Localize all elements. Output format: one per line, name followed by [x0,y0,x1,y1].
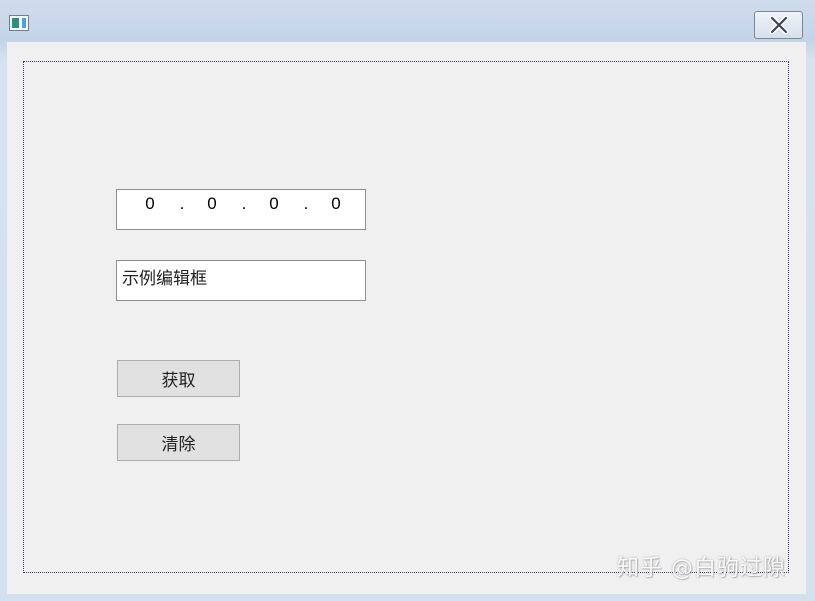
clear-button[interactable]: 清除 [117,424,240,461]
focus-border [23,61,789,573]
ip-octet-2[interactable]: 0 [199,194,225,214]
ip-address-control[interactable]: 0 . 0 . 0 . 0 [116,189,366,230]
client-area: 0 . 0 . 0 . 0 示例编辑框 获取 清除 知乎 @白驹过隙 [7,42,806,594]
app-window-icon[interactable] [9,15,29,31]
sample-edit-field[interactable]: 示例编辑框 [116,260,366,301]
ip-octet-4[interactable]: 0 [323,194,349,214]
title-bar[interactable] [0,0,815,42]
ip-octet-1[interactable]: 0 [137,194,163,214]
get-button[interactable]: 获取 [117,360,240,397]
ip-separator: . [241,194,247,213]
app-window: 0 . 0 . 0 . 0 示例编辑框 获取 清除 知乎 @白驹过隙 [0,0,815,601]
ip-separator: . [303,194,309,213]
ip-separator: . [179,194,185,213]
close-x-icon [769,16,788,34]
close-button[interactable] [754,11,803,39]
ip-octet-3[interactable]: 0 [261,194,287,214]
watermark-text: 知乎 @白驹过隙 [617,556,786,581]
